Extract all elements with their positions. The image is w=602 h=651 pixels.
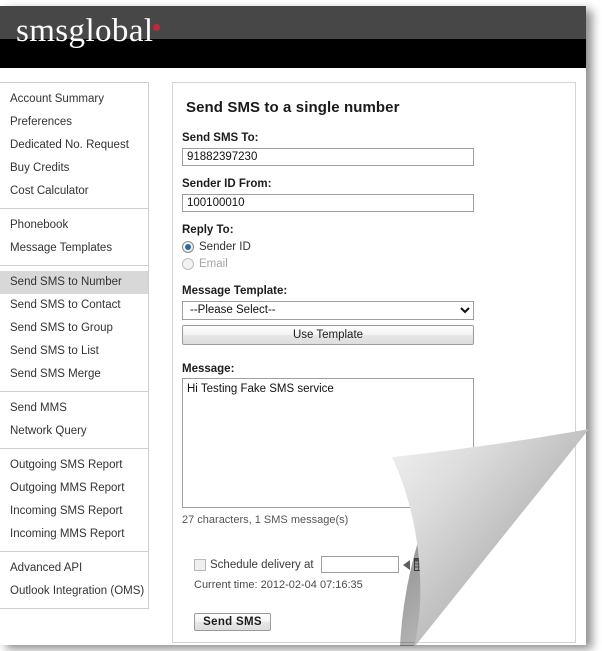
current-time-text: Current time: 2012-02-04 07:16:35 [194, 578, 363, 591]
page-sheet: smsglobal Account Summary Preferences Dedi… [0, 6, 586, 645]
radio-email-icon [182, 257, 194, 270]
sidebar-item-outgoing-mms-report[interactable]: Outgoing MMS Report [0, 477, 148, 500]
sidebar-group-5: Advanced API Outlook Integration (OMS) [0, 552, 148, 608]
radio-sender-id-icon[interactable] [182, 240, 194, 253]
message-label: Message: [182, 362, 235, 375]
sidebar-item-account-summary[interactable]: Account Summary [0, 88, 148, 111]
sidebar-item-buy-credits[interactable]: Buy Credits [0, 157, 148, 180]
sidebar-group-2: Send SMS to Number Send SMS to Contact Sen… [0, 266, 148, 392]
schedule-delivery-label: Schedule delivery at [210, 558, 314, 571]
sidebar-item-dedicated-no-request[interactable]: Dedicated No. Request [0, 134, 148, 157]
sidebar-item-send-sms-to-contact[interactable]: Send SMS to Contact [0, 294, 148, 317]
sidebar-item-incoming-sms-report[interactable]: Incoming SMS Report [0, 500, 148, 523]
sidebar-group-1: Phonebook Message Templates [0, 209, 148, 266]
schedule-delivery-checkbox[interactable] [194, 558, 206, 571]
sidebar-item-phonebook[interactable]: Phonebook [0, 214, 148, 237]
send-to-input[interactable] [182, 148, 474, 166]
registered-dot-icon [153, 24, 160, 31]
reply-to-option-sender-id[interactable]: Sender ID [182, 239, 575, 254]
sender-id-input[interactable] [182, 194, 474, 212]
sidebar-item-preferences[interactable]: Preferences [0, 111, 148, 134]
sidebar-item-send-sms-to-group[interactable]: Send SMS to Group [0, 317, 148, 340]
sidebar-item-send-sms-to-list[interactable]: Send SMS to List [0, 340, 148, 363]
calendar-icon[interactable] [413, 558, 427, 571]
sidebar-item-send-sms-merge[interactable]: Send SMS Merge [0, 363, 148, 386]
sidebar-group-0: Account Summary Preferences Dedicated No. … [0, 83, 148, 209]
sidebar-nav: Account Summary Preferences Dedicated No. … [0, 82, 149, 609]
page-title: Send SMS to a single number [186, 99, 400, 116]
sidebar-item-send-mms[interactable]: Send MMS [0, 397, 148, 420]
screenshot-root: smsglobal Account Summary Preferences Dedi… [0, 0, 602, 651]
sidebar-item-message-templates[interactable]: Message Templates [0, 237, 148, 260]
sidebar-item-network-query[interactable]: Network Query [0, 420, 148, 443]
message-template-label: Message Template: [182, 285, 288, 297]
sidebar-item-advanced-api[interactable]: Advanced API [0, 557, 148, 580]
page-body: Account Summary Preferences Dedicated No. … [0, 68, 586, 645]
sidebar-item-cost-calculator[interactable]: Cost Calculator [0, 180, 148, 203]
sidebar-item-outlook-integration-oms[interactable]: Outlook Integration (OMS) [0, 580, 148, 603]
site-header: smsglobal [0, 6, 586, 68]
message-textarea[interactable]: Hi Testing Fake SMS service [182, 377, 474, 508]
radio-email-label: Email [199, 257, 228, 270]
sidebar-group-3: Send MMS Network Query [0, 392, 148, 449]
reply-to-option-email: Email [182, 256, 575, 271]
send-sms-button[interactable]: Send SMS [194, 612, 271, 631]
triangle-left-icon[interactable] [402, 559, 410, 570]
message-template-select[interactable]: --Please Select-- [182, 300, 474, 320]
radio-sender-id-label: Sender ID [199, 240, 251, 253]
sender-id-label: Sender ID From: [182, 178, 272, 190]
smsglobal-logo[interactable]: smsglobal [16, 12, 153, 50]
sidebar-item-incoming-mms-report[interactable]: Incoming MMS Report [0, 523, 148, 546]
content-panel: Send SMS to a single number Send SMS To:… [172, 82, 576, 643]
sidebar-item-send-sms-to-number[interactable]: Send SMS to Number [0, 271, 148, 294]
schedule-datetime-input[interactable] [320, 556, 399, 573]
character-count: 27 characters, 1 SMS message(s) [182, 513, 349, 526]
use-template-button[interactable]: Use Template [182, 324, 474, 345]
sidebar-group-4: Outgoing SMS Report Outgoing MMS Report In… [0, 449, 148, 552]
schedule-delivery-row: Schedule delivery at [194, 556, 575, 574]
reply-to-label: Reply To: [182, 224, 234, 236]
sidebar-item-outgoing-sms-report[interactable]: Outgoing SMS Report [0, 454, 148, 477]
send-to-label: Send SMS To: [182, 132, 259, 144]
